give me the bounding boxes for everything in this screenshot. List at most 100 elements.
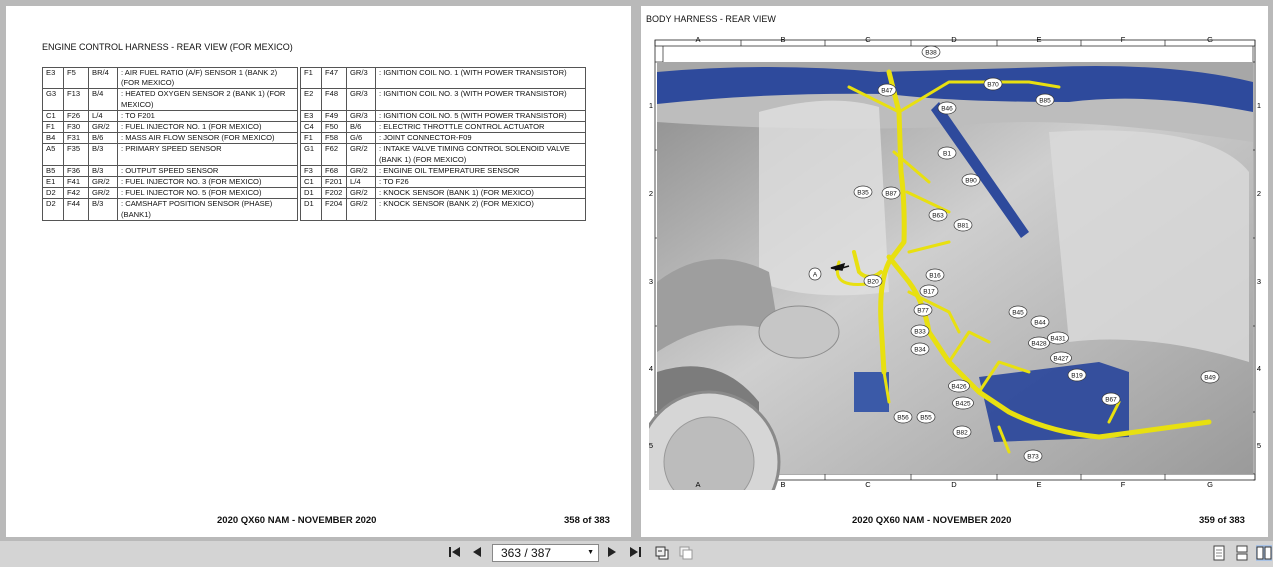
svg-text:B428: B428	[1031, 340, 1047, 347]
cell-coord: G1	[300, 143, 322, 166]
grid-row-label: 2	[1257, 189, 1261, 198]
cell-desc: : IGNITION COIL NO. 3 (WITH POWER TRANSI…	[375, 88, 586, 111]
page-number-select[interactable]: 363 / 387 ▼	[492, 544, 599, 562]
connector-label-a: A	[808, 267, 822, 281]
cell-conn: F50	[321, 121, 347, 134]
cell-wire: GR/3	[346, 88, 376, 111]
cell-coord: G3	[42, 88, 64, 111]
cell-wire: GR/2	[88, 121, 118, 134]
svg-text:B20: B20	[867, 278, 879, 285]
cell-conn: F202	[321, 187, 347, 200]
cell-desc: : IGNITION COIL NO. 5 (WITH POWER TRANSI…	[375, 109, 586, 123]
go-back-icon[interactable]	[654, 545, 670, 566]
table-row: E3 F5 BR/4: AIR FUEL RATIO (A/F) SENSOR 1 …	[42, 66, 586, 90]
svg-text:B77: B77	[917, 307, 929, 314]
svg-text:B56: B56	[897, 414, 909, 421]
cell-conn: F26	[63, 109, 89, 123]
cell-desc: : FUEL INJECTOR NO. 5 (FOR MEXICO)	[117, 187, 298, 200]
grid-column-label: G	[1207, 35, 1213, 44]
cell-coord: B5	[42, 164, 64, 178]
cell-desc: : FUEL INJECTOR NO. 3 (FOR MEXICO)	[117, 176, 298, 189]
cell-desc: : CAMSHAFT POSITION SENSOR (PHASE) (BANK…	[117, 198, 298, 221]
grid-column-label: E	[1036, 35, 1041, 44]
cell-wire: GR/3	[346, 66, 376, 90]
first-page-icon[interactable]	[448, 545, 462, 564]
connector-label-b85: B85	[1035, 93, 1055, 107]
cell-coord: F1	[300, 66, 322, 90]
right-page-title: BODY HARNESS - REAR VIEW	[646, 14, 776, 24]
cell-wire: GR/3	[346, 109, 376, 123]
cell-coord: F3	[300, 164, 322, 178]
cell-desc: : FUEL INJECTOR NO. 1 (FOR MEXICO)	[117, 121, 298, 134]
cell-wire: GR/2	[88, 187, 118, 200]
connector-label-b44: B44	[1030, 315, 1050, 329]
connector-label-b70: B70	[983, 77, 1003, 91]
go-forward-icon[interactable]	[678, 545, 694, 566]
connector-label-b63: B63	[928, 208, 948, 222]
cell-conn: F58	[321, 132, 347, 145]
cell-wire: B/6	[88, 132, 118, 145]
svg-text:B34: B34	[914, 346, 926, 353]
svg-text:B45: B45	[1012, 309, 1024, 316]
left-footer-title: 2020 QX60 NAM - NOVEMBER 2020	[217, 515, 377, 526]
cell-wire: GR/2	[88, 176, 118, 189]
grid-column-label: F	[1121, 35, 1126, 44]
connector-label-b90: B90	[961, 173, 981, 187]
connector-label-b34: B34	[910, 342, 930, 356]
connector-label-b56: B56	[893, 410, 913, 424]
grid-row-label: 3	[1257, 277, 1261, 286]
cell-conn: F44	[63, 198, 89, 221]
svg-text:B46: B46	[941, 105, 953, 112]
cell-conn: F42	[63, 187, 89, 200]
connector-label-b46: B46	[937, 101, 957, 115]
svg-text:B425: B425	[955, 400, 971, 407]
grid-column-label: G	[1207, 480, 1213, 489]
single-page-view-icon[interactable]	[1212, 545, 1226, 561]
chevron-down-icon: ▼	[587, 549, 594, 556]
table-row: B4 F31 B/6: MASS AIR FLOW SENSOR (FOR MEXI…	[42, 132, 586, 145]
table-row: C1 F26 L/4: TO F201 E3 F49 GR/3: IGNITION COI…	[42, 109, 586, 123]
connector-label-b1: B1	[937, 146, 957, 160]
cell-desc: : OUTPUT SPEED SENSOR	[117, 164, 298, 178]
grid-column-label: B	[780, 35, 785, 44]
grid-row-label: 2	[649, 189, 653, 198]
svg-text:B49: B49	[1204, 374, 1216, 381]
cell-wire: G/6	[346, 132, 376, 145]
cell-conn: F35	[63, 143, 89, 166]
cell-coord: E2	[300, 88, 322, 111]
next-page-icon[interactable]	[606, 545, 618, 564]
cell-wire: L/4	[88, 109, 118, 123]
two-page-view-icon[interactable]	[1256, 545, 1272, 561]
grid-column-label: E	[1036, 480, 1041, 489]
table-row: G3 F13 B/4: HEATED OXYGEN SENSOR 2 (BANK 1…	[42, 88, 586, 111]
table-row: D2 F42 GR/2: FUEL INJECTOR NO. 5 (FOR MEXI…	[42, 187, 586, 200]
table-row: A5 F35 B/3: PRIMARY SPEED SENSOR G1 F62 GR/2:…	[42, 143, 586, 166]
grid-column-label: F	[1121, 480, 1126, 489]
cell-conn: F47	[321, 66, 347, 90]
connector-label-b47: B47	[877, 83, 897, 97]
svg-text:B85: B85	[1039, 97, 1051, 104]
connector-label-b19: B19	[1067, 368, 1087, 382]
svg-text:B70: B70	[987, 81, 999, 88]
grid-column-label: D	[951, 35, 957, 44]
svg-text:B16: B16	[929, 272, 941, 279]
last-page-icon[interactable]	[628, 545, 642, 564]
cell-conn: F48	[321, 88, 347, 111]
svg-text:B17: B17	[923, 288, 935, 295]
cell-conn: F68	[321, 164, 347, 178]
connector-label-b425: B425	[952, 396, 974, 410]
cell-wire: GR/2	[346, 187, 376, 200]
previous-page-icon[interactable]	[471, 545, 483, 564]
connector-label-b17: B17	[919, 284, 939, 298]
right-page: BODY HARNESS - REAR VIEW B38 B47 B70 B85…	[641, 6, 1268, 537]
connector-label-b426: B426	[948, 379, 970, 393]
connector-label-b67: B67	[1101, 392, 1121, 406]
cell-conn: F41	[63, 176, 89, 189]
connector-label-b428: B428	[1028, 336, 1050, 350]
svg-text:B38: B38	[925, 49, 937, 56]
continuous-view-icon[interactable]	[1235, 545, 1249, 561]
connector-label-b77: B77	[913, 303, 933, 317]
grid-row-label: 1	[1257, 101, 1261, 110]
cell-wire: B/4	[88, 88, 118, 111]
cell-desc: : ENGINE OIL TEMPERATURE SENSOR	[375, 164, 586, 178]
